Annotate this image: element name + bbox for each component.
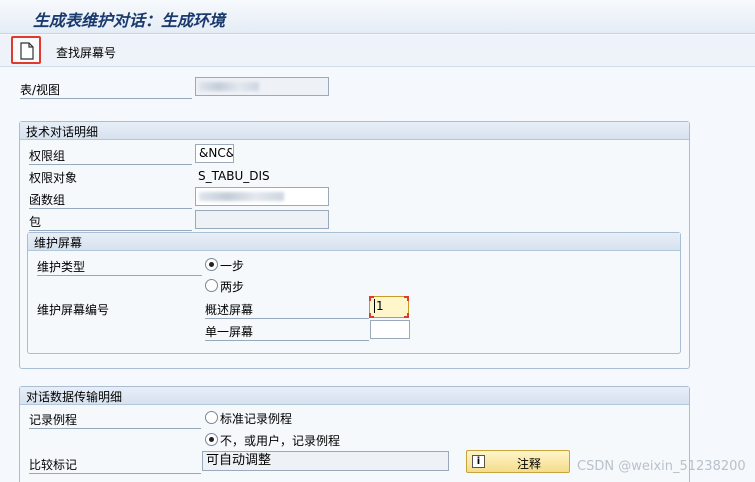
window-title: 生成表维护对话：生成环境 bbox=[33, 11, 226, 30]
find-screen-number-button[interactable]: 查找屏幕号 bbox=[56, 44, 116, 61]
package-label: 包 bbox=[29, 213, 192, 231]
note-button-label: 注释 bbox=[517, 457, 542, 471]
no-routine-option-label: 不，或用户，记录例程 bbox=[220, 434, 341, 448]
single-screen-field[interactable] bbox=[370, 320, 410, 339]
function-group-field[interactable] bbox=[195, 187, 329, 206]
two-step-radio[interactable] bbox=[205, 279, 218, 292]
package-field[interactable] bbox=[195, 210, 329, 229]
single-screen-label: 单一屏幕 bbox=[205, 323, 369, 341]
function-group-label: 函数组 bbox=[29, 191, 192, 209]
compare-flag-label: 比较标记 bbox=[29, 456, 201, 474]
new-document-button[interactable] bbox=[11, 36, 41, 64]
redacted-value bbox=[199, 192, 284, 201]
no-routine-radio[interactable] bbox=[205, 433, 218, 446]
watermark-text: CSDN @weixin_51238200 bbox=[577, 459, 746, 474]
screen-number-label: 维护屏幕编号 bbox=[37, 303, 110, 317]
transport-details-title: 对话数据传输明细 bbox=[20, 387, 689, 405]
auth-object-label: 权限对象 bbox=[29, 171, 78, 185]
auth-object-value: S_TABU_DIS bbox=[198, 169, 270, 183]
toolbar: 查找屏幕号 bbox=[0, 35, 755, 67]
auth-group-label: 权限组 bbox=[29, 147, 192, 165]
two-step-option-label: 两步 bbox=[220, 280, 245, 294]
maint-type-label: 维护类型 bbox=[37, 258, 202, 276]
overview-screen-field[interactable]: 1 bbox=[369, 296, 409, 318]
compare-flag-field[interactable]: 可自动调整 bbox=[202, 451, 449, 471]
one-step-option-label: 一步 bbox=[220, 259, 245, 273]
overview-screen-label: 概述屏幕 bbox=[205, 301, 369, 319]
record-routine-label: 记录例程 bbox=[29, 411, 201, 429]
note-button[interactable]: i 注释 bbox=[466, 450, 570, 473]
standard-routine-option-label: 标准记录例程 bbox=[220, 412, 293, 426]
maint-screen-title: 维护屏幕 bbox=[28, 233, 680, 251]
standard-routine-radio[interactable] bbox=[205, 411, 218, 424]
auth-group-field[interactable]: &NC& bbox=[195, 144, 234, 163]
one-step-radio[interactable] bbox=[205, 258, 218, 271]
table-view-label: 表/视图 bbox=[20, 81, 192, 99]
title-bar: 生成表维护对话：生成环境 bbox=[0, 0, 755, 34]
overview-screen-value: 1 bbox=[374, 299, 384, 313]
tech-details-title: 技术对话明细 bbox=[20, 122, 689, 140]
redacted-value bbox=[199, 82, 259, 91]
table-view-field[interactable] bbox=[195, 77, 329, 96]
info-icon: i bbox=[472, 455, 485, 468]
document-icon bbox=[20, 42, 34, 60]
